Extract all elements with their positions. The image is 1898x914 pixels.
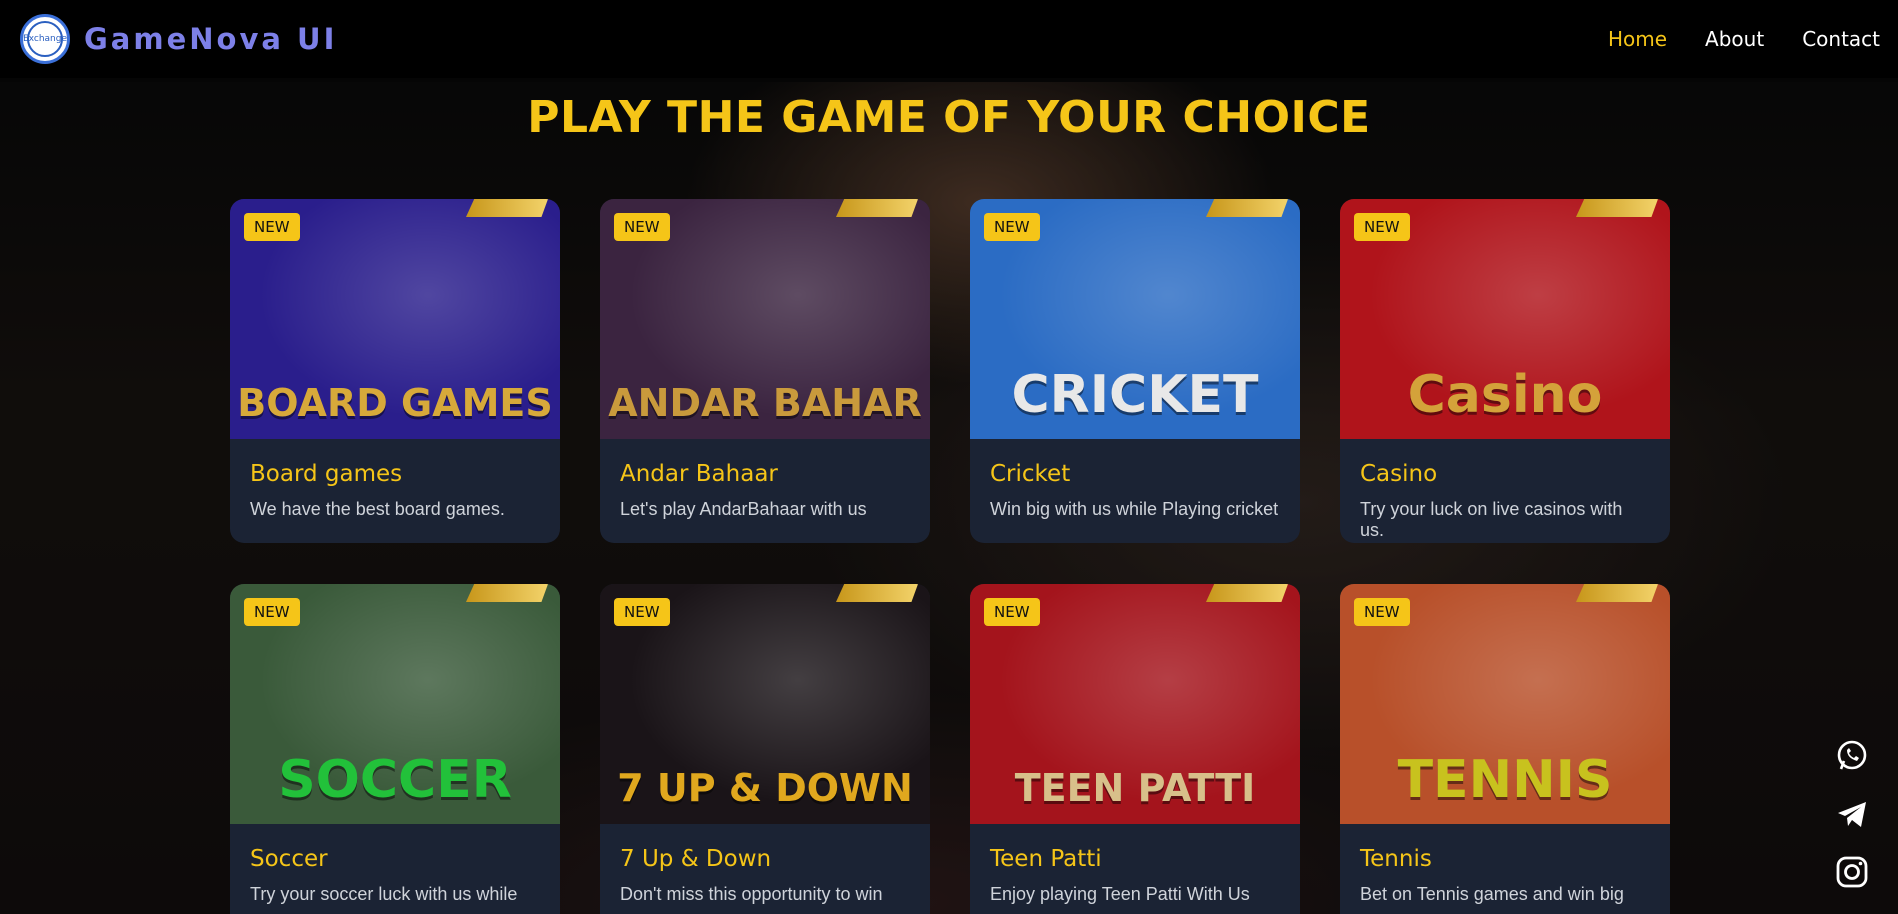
top-navbar: Exchange GameNova UI Home About Contact (0, 0, 1898, 78)
card-title[interactable]: Tennis (1360, 846, 1650, 872)
card-description: We have the best board games. (250, 499, 505, 519)
game-image[interactable]: NEW 7 UP & DOWN (600, 584, 930, 824)
game-image[interactable]: NEW ANDAR BAHAR (600, 199, 930, 439)
game-card[interactable]: NEW TEEN PATTI Teen Patti Enjoy playing Tee… (970, 584, 1300, 914)
game-image[interactable]: NEW BOARD GAMES (230, 199, 560, 439)
game-card[interactable]: NEW SOCCER Soccer Try your soccer luck with… (230, 584, 560, 914)
social-links (1834, 738, 1870, 890)
game-art-text: TEEN PATTI (1014, 766, 1256, 810)
brand-ribbon (1576, 584, 1658, 602)
new-badge: NEW (244, 213, 300, 241)
nav-home[interactable]: Home (1608, 27, 1667, 51)
game-image[interactable]: NEW TENNIS (1340, 584, 1670, 824)
card-title[interactable]: Teen Patti (990, 846, 1280, 872)
brand-ribbon (1576, 199, 1658, 217)
logo[interactable]: Exchange (20, 14, 70, 64)
card-body: Cricket Win big with us while Playing cri… (970, 439, 1300, 542)
nav-contact[interactable]: Contact (1802, 27, 1880, 51)
game-grid: NEW BOARD GAMES Board games We have the bes… (230, 199, 1670, 914)
game-image[interactable]: NEW TEEN PATTI (970, 584, 1300, 824)
game-card[interactable]: NEW CRICKET Cricket Win big with us while P… (970, 199, 1300, 543)
nav-about[interactable]: About (1705, 27, 1764, 51)
game-art-text: BOARD GAMES (237, 381, 553, 425)
card-body: 7 Up & Down Don't miss this opportunity t… (600, 824, 930, 914)
game-card[interactable]: NEW BOARD GAMES Board games We have the bes… (230, 199, 560, 543)
whatsapp-icon[interactable] (1834, 738, 1870, 774)
brand-ribbon (1206, 584, 1288, 602)
page-title: PLAY THE GAME OF YOUR CHOICE (527, 92, 1371, 143)
card-title[interactable]: Soccer (250, 846, 540, 872)
main-nav: Home About Contact (1608, 27, 1880, 51)
new-badge: NEW (244, 598, 300, 626)
card-description: Enjoy playing Teen Patti With Us (990, 884, 1250, 904)
card-description: Let's play AndarBahaar with us (620, 499, 867, 519)
card-description: Try your luck on live casinos with us. (1360, 499, 1623, 540)
brand-ribbon (1206, 199, 1288, 217)
new-badge: NEW (614, 598, 670, 626)
card-body: Soccer Try your soccer luck with us while (230, 824, 560, 914)
game-card[interactable]: NEW TENNIS Tennis Bet on Tennis games and w… (1340, 584, 1670, 914)
brand-ribbon (466, 584, 548, 602)
game-card[interactable]: NEW Casino Casino Try your luck on live cas… (1340, 199, 1670, 543)
game-art-text: SOCCER (278, 750, 512, 810)
card-body: Board games We have the best board games. (230, 439, 560, 542)
game-art-text: ANDAR BAHAR (608, 381, 922, 425)
game-art-text: CRICKET (1011, 365, 1259, 425)
card-title[interactable]: 7 Up & Down (620, 846, 910, 872)
card-description: Try your soccer luck with us while (250, 884, 518, 904)
brand-ribbon (836, 584, 918, 602)
card-body: Tennis Bet on Tennis games and win big (1340, 824, 1670, 914)
game-art-text: Casino (1407, 365, 1603, 425)
card-title[interactable]: Casino (1360, 461, 1650, 487)
card-description: Win big with us while Playing cricket (990, 499, 1279, 519)
game-image[interactable]: NEW CRICKET (970, 199, 1300, 439)
card-body: Andar Bahaar Let's play AndarBahaar with … (600, 439, 930, 542)
new-badge: NEW (984, 213, 1040, 241)
brand-ribbon (836, 199, 918, 217)
brand-ribbon (466, 199, 548, 217)
game-image[interactable]: NEW SOCCER (230, 584, 560, 824)
game-art-text: 7 UP & DOWN (617, 766, 913, 810)
game-card[interactable]: NEW 7 UP & DOWN 7 Up & Down Don't miss this… (600, 584, 930, 914)
card-title[interactable]: Cricket (990, 461, 1280, 487)
card-title[interactable]: Board games (250, 461, 540, 487)
new-badge: NEW (1354, 598, 1410, 626)
new-badge: NEW (1354, 213, 1410, 241)
card-description: Bet on Tennis games and win big (1360, 884, 1624, 904)
instagram-icon[interactable] (1834, 854, 1870, 890)
card-title[interactable]: Andar Bahaar (620, 461, 910, 487)
new-badge: NEW (984, 598, 1040, 626)
game-image[interactable]: NEW Casino (1340, 199, 1670, 439)
game-art-text: TENNIS (1397, 750, 1613, 810)
logo-mark: Exchange (23, 21, 67, 57)
card-body: Casino Try your luck on live casinos with… (1340, 439, 1670, 543)
telegram-icon[interactable] (1834, 796, 1870, 832)
card-description: Don't miss this opportunity to win (620, 884, 883, 904)
brand-name[interactable]: GameNova UI (84, 22, 337, 56)
game-card[interactable]: NEW ANDAR BAHAR Andar Bahaar Let's play And… (600, 199, 930, 543)
card-body: Teen Patti Enjoy playing Teen Patti With … (970, 824, 1300, 914)
new-badge: NEW (614, 213, 670, 241)
